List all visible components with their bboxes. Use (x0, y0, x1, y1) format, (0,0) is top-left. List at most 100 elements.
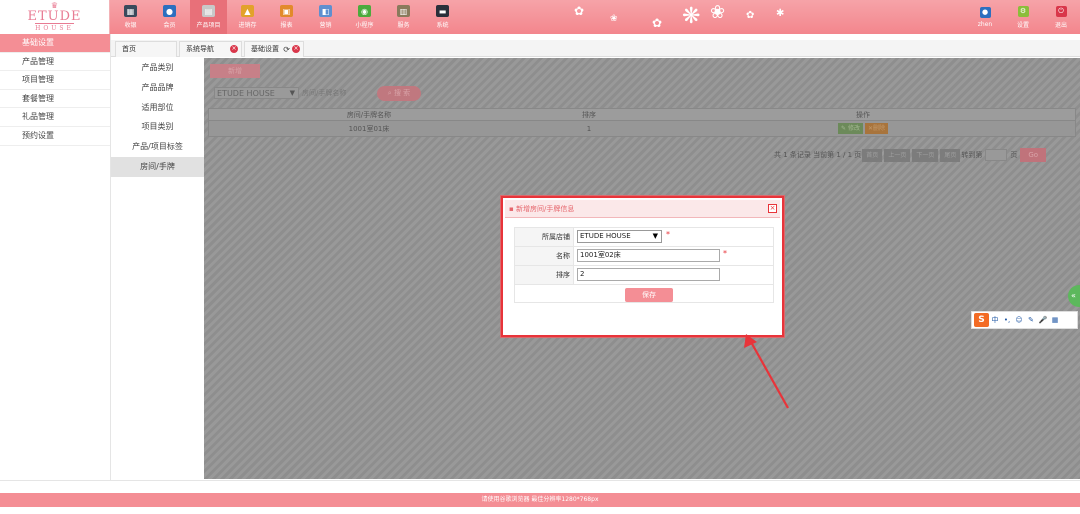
nav-item-label: 产品项目 (196, 22, 221, 29)
column-header-name: 房间/手牌名称 (346, 110, 392, 119)
nav-item-label: 营销 (319, 22, 332, 29)
main-nav: ▦ 收银 ● 会员 ▤ 产品项目 ▲ 进销存 ▣ 报表 ◧ 营销 ◉ 小程序 ▥ 服务 ▬ 系统 (112, 0, 463, 34)
edit-button[interactable]: ✎ 修改 (837, 123, 863, 134)
tab-0[interactable]: 首页 (115, 41, 177, 57)
nav-item-5[interactable]: ◧ 营销 (307, 0, 344, 34)
name-field[interactable]: 1001室02床 (577, 249, 720, 262)
table-header: 房间/手牌名称 排序 操作 (208, 108, 1076, 121)
form-row-name: 名称 1001室02床 * (514, 246, 774, 265)
annotation-arrow (744, 334, 789, 409)
nav-item-0[interactable]: ▦ 收银 (112, 0, 149, 34)
submenu-item-1[interactable]: 产品品牌 (111, 78, 204, 98)
marketing-icon: ◧ (319, 5, 332, 17)
column-header-order: 排序 (582, 110, 596, 119)
report-icon: ▣ (280, 5, 293, 17)
product-icon: ▤ (202, 5, 215, 17)
ime-toolbar: S 中 •, ☺ ✎ 🎤 ▦ (971, 311, 1078, 329)
submenu-item-3[interactable]: 项目类别 (111, 117, 204, 137)
wechat-icon: ◉ (358, 5, 371, 17)
form-row-actions: 保存 (514, 284, 774, 303)
next-page-button[interactable]: 下一页 (912, 148, 939, 162)
search-button[interactable]: ⌕ 搜 索 (377, 86, 421, 101)
nav-item-6[interactable]: ◉ 小程序 (346, 0, 383, 34)
store-dropdown[interactable]: ETUDE HOUSE ▼ (577, 230, 662, 243)
sidebar-item-0[interactable]: 基础设置 (0, 34, 110, 53)
cell-actions: ✎ 修改 ✕删除 (649, 121, 1077, 136)
form-row-order: 排序 2 (514, 265, 774, 284)
grid-icon[interactable]: ▦ (1049, 316, 1061, 324)
sidebar-item-5[interactable]: 预约设置 (0, 127, 110, 146)
page-unit-label: 页 (1010, 151, 1018, 159)
user-nav: ● zhen ⚙ 设置 ⏻ 退出 (966, 0, 1080, 34)
store-dropdown-value: ETUDE HOUSE (580, 232, 631, 240)
settings-icon: ⚙ (1017, 5, 1029, 17)
submenu-item-0[interactable]: 产品类别 (111, 58, 204, 78)
sidebar-item-2[interactable]: 项目管理 (0, 71, 110, 90)
pagination: 共 1 条记录 当前第 1 / 1 页 首页 上一页 下一页 尾页 转到第 页 … (774, 148, 1047, 162)
edit-icon: ✎ (840, 125, 847, 132)
user-nav-item-2[interactable]: ⏻ 退出 (1042, 0, 1080, 34)
register-icon: ▦ (124, 5, 137, 17)
nav-item-3[interactable]: ▲ 进销存 (229, 0, 266, 34)
go-button[interactable]: Go (1020, 148, 1047, 162)
delete-button[interactable]: ✕删除 (864, 123, 888, 134)
page-number-input[interactable] (985, 149, 1008, 161)
order-label: 排序 (515, 266, 574, 284)
sidebar-item-1[interactable]: 产品管理 (0, 53, 110, 72)
user-nav-item-1[interactable]: ⚙ 设置 (1004, 0, 1042, 34)
sogou-logo-icon[interactable]: S (974, 313, 989, 327)
save-button[interactable]: 保存 (625, 288, 673, 302)
edit-button-label: 修改 (847, 125, 860, 132)
sidebar-item-4[interactable]: 礼品管理 (0, 108, 110, 127)
nav-item-7[interactable]: ▥ 服务 (385, 0, 422, 34)
mic-icon[interactable]: 🎤 (1037, 316, 1049, 324)
submenu-item-4[interactable]: 产品/项目标签 (111, 137, 204, 157)
required-mark: * (723, 249, 727, 258)
tab-1[interactable]: 系统导航 × (179, 41, 242, 57)
submenu-item-2[interactable]: 适用部位 (111, 98, 204, 118)
page-bottom (0, 507, 1080, 514)
punctuation-icon[interactable]: •, (1001, 316, 1013, 324)
sidebar-item-3[interactable]: 套餐管理 (0, 90, 110, 109)
nav-item-2[interactable]: ▤ 产品项目 (190, 0, 227, 34)
close-icon[interactable]: × (768, 204, 777, 213)
user-nav-label: 设置 (1016, 21, 1029, 29)
close-icon[interactable]: × (230, 45, 238, 53)
cell-order: 1 (586, 124, 592, 133)
tab-bar: 首页 系统导航 × 基础设置 ⟳ × (111, 40, 1080, 57)
nav-item-8[interactable]: ▬ 系统 (424, 0, 461, 34)
brand-logo[interactable]: ♛ ETUDE HOUSE (0, 0, 110, 34)
table-row: 1001室01床 1 ✎ 修改 ✕删除 (208, 121, 1076, 137)
prev-page-button[interactable]: 上一页 (884, 148, 911, 162)
new-button[interactable]: 新增 (210, 64, 260, 78)
user-nav-item-0[interactable]: ● zhen (966, 0, 1004, 34)
pen-icon[interactable]: ✎ (1025, 316, 1037, 324)
close-icon[interactable]: × (292, 45, 300, 53)
first-page-button[interactable]: 首页 (862, 148, 883, 162)
nav-item-label: 系统 (436, 22, 449, 29)
search-button-label: 搜 索 (393, 89, 411, 97)
order-field[interactable]: 2 (577, 268, 720, 281)
footer: 请使用谷歌浏览器 最佳分辨率1280*768px (0, 493, 1080, 507)
store-select[interactable]: ETUDE HOUSE ▼ (214, 87, 299, 99)
column-header-actions: 操作 (856, 110, 870, 119)
submenu-item-5[interactable]: 房间/手牌 (111, 156, 204, 177)
footer-strip (0, 480, 1080, 493)
settings-submenu: 产品类别 产品品牌 适用部位 项目类别 产品/项目标签 房间/手牌 (111, 58, 204, 480)
nav-item-1[interactable]: ● 会员 (151, 0, 188, 34)
store-select-value: ETUDE HOUSE (217, 89, 275, 98)
goto-label: 转到第 (961, 151, 983, 159)
pagination-summary: 共 1 条记录 当前第 1 / 1 页 (774, 151, 862, 159)
form-row-store: 所属店铺 ETUDE HOUSE ▼ * (514, 227, 774, 246)
last-page-button[interactable]: 尾页 (940, 148, 961, 162)
required-mark: * (666, 230, 670, 239)
refresh-icon[interactable]: ⟳ (283, 42, 290, 57)
chinese-mode-icon[interactable]: 中 (989, 315, 1001, 325)
tab-2[interactable]: 基础设置 ⟳ × (244, 41, 304, 57)
nav-item-4[interactable]: ▣ 报表 (268, 0, 305, 34)
add-room-dialog: ▪ 新增房间/手牌信息 × 所属店铺 ETUDE HOUSE ▼ * 名称 10… (501, 196, 784, 337)
emoji-icon[interactable]: ☺ (1013, 316, 1025, 324)
nav-item-label: 会员 (163, 22, 176, 29)
filter-input[interactable]: 房间/手牌名称 (302, 87, 372, 99)
nav-item-label: 小程序 (355, 22, 374, 29)
